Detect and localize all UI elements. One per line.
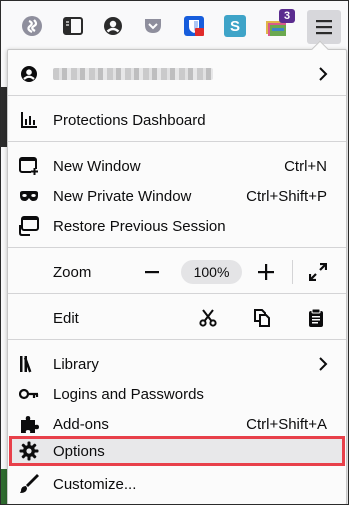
edit-row: Edit (8, 304, 346, 332)
library-icon (19, 354, 39, 374)
separator (8, 141, 346, 142)
dashboard-chart-icon (19, 110, 39, 130)
menu-item-label: Customize... (53, 475, 137, 493)
logins-passwords-item[interactable]: Logins and Passwords (8, 380, 346, 408)
menu-item-shortcut: Ctrl+Shift+A (246, 415, 327, 433)
new-window-item[interactable]: New Window Ctrl+N (8, 152, 346, 180)
addons-item[interactable]: Add-ons Ctrl+Shift+A (8, 410, 346, 438)
gear-icon (19, 441, 39, 461)
edit-label: Edit (53, 309, 79, 327)
menu-item-label: Options (53, 442, 105, 460)
clipboard-icon (309, 308, 323, 327)
vertical-separator (292, 260, 293, 284)
cut-button[interactable] (196, 306, 220, 330)
menu-item-label: New Private Window (53, 187, 192, 205)
fullscreen-icon (309, 263, 327, 281)
firefox-window: S 3 Protections Dashboard New Window Ctr… (0, 0, 349, 505)
menu-item-label: Protections Dashboard (53, 111, 206, 129)
sync-icon[interactable] (17, 11, 47, 41)
bitwarden-icon[interactable] (179, 11, 209, 41)
restore-session-icon (19, 216, 39, 236)
zoom-out-button[interactable] (140, 260, 164, 284)
new-window-icon (19, 156, 39, 176)
protections-dashboard-item[interactable]: Protections Dashboard (8, 106, 346, 134)
options-item[interactable]: Options (8, 437, 346, 465)
s-extension-icon[interactable]: S (220, 11, 250, 41)
separator (8, 339, 346, 340)
menu-item-label: Library (53, 355, 99, 373)
minus-icon (145, 271, 159, 274)
scissors-icon (199, 309, 217, 327)
zoom-row: Zoom 100% (8, 258, 346, 286)
account-email-blurred (53, 68, 213, 80)
library-item[interactable]: Library (8, 350, 346, 378)
app-menu-panel: Protections Dashboard New Window Ctrl+N … (7, 49, 347, 504)
browser-toolbar: S 3 (1, 1, 348, 51)
fullscreen-button[interactable] (306, 260, 330, 284)
hamburger-menu-icon (316, 20, 332, 35)
puzzle-icon (19, 414, 39, 434)
menu-item-shortcut: Ctrl+Shift+P (246, 187, 327, 205)
s-extension-letter: S (224, 15, 246, 37)
copy-icon (254, 309, 270, 327)
copy-button[interactable] (250, 306, 274, 330)
key-icon (19, 384, 39, 404)
separator (8, 293, 346, 294)
private-mask-icon (19, 186, 39, 206)
pocket-icon[interactable] (138, 11, 168, 41)
menu-item-label: Restore Previous Session (53, 217, 226, 235)
hamburger-menu-button[interactable] (307, 10, 341, 44)
account-icon[interactable] (98, 11, 128, 41)
customize-item[interactable]: Customize... (8, 470, 346, 498)
chevron-right-icon (319, 67, 328, 81)
sidebar-icon[interactable] (58, 11, 88, 41)
zoom-reset-button[interactable]: 100% (181, 260, 242, 284)
extension-badge: 3 (279, 9, 295, 23)
menu-item-label: New Window (53, 157, 141, 175)
new-private-window-item[interactable]: New Private Window Ctrl+Shift+P (8, 182, 346, 210)
separator (8, 247, 346, 248)
paintbrush-icon (19, 474, 39, 494)
menu-item-shortcut: Ctrl+N (284, 157, 327, 175)
menu-item-label: Add-ons (53, 415, 109, 433)
zoom-in-button[interactable] (254, 260, 278, 284)
account-row[interactable] (8, 60, 346, 88)
chevron-right-icon (319, 357, 328, 371)
menu-item-label: Logins and Passwords (53, 385, 204, 403)
plus-icon (258, 264, 274, 280)
separator (8, 95, 346, 96)
account-icon (19, 64, 39, 84)
paste-button[interactable] (304, 306, 328, 330)
zoom-label: Zoom (53, 263, 92, 281)
restore-session-item[interactable]: Restore Previous Session (8, 212, 346, 240)
